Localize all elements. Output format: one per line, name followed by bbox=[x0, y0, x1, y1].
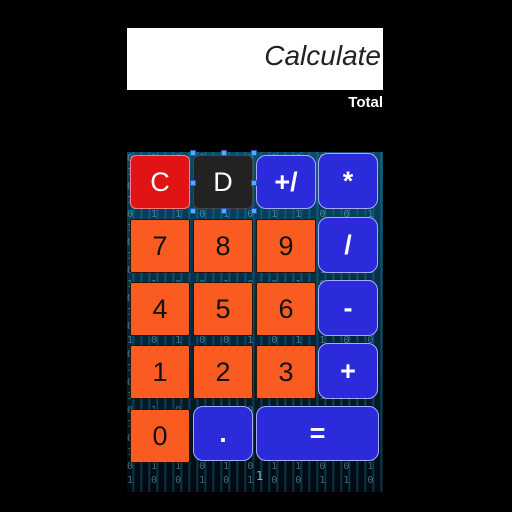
subtract-button[interactable]: - bbox=[318, 280, 378, 336]
add-button[interactable]: + bbox=[318, 343, 378, 399]
digit-1-button[interactable]: 1 bbox=[130, 345, 190, 399]
equals-button[interactable]: = bbox=[256, 406, 379, 461]
decimal-button[interactable]: . bbox=[193, 406, 253, 461]
display-text: Calculate bbox=[264, 40, 381, 71]
selection-handle bbox=[221, 208, 227, 214]
selection-handle bbox=[251, 150, 257, 156]
digit-4-button[interactable]: 4 bbox=[130, 282, 190, 336]
selection-handle bbox=[221, 150, 227, 156]
digit-9-button[interactable]: 9 bbox=[256, 219, 316, 273]
divide-button[interactable]: / bbox=[318, 217, 378, 273]
digit-7-button[interactable]: 7 bbox=[130, 219, 190, 273]
selection-handle bbox=[190, 150, 196, 156]
selection-handle bbox=[190, 180, 196, 186]
total-label: Total bbox=[348, 94, 383, 111]
selection-handle bbox=[251, 208, 257, 214]
digit-2-button[interactable]: 2 bbox=[193, 345, 253, 399]
digit-8-button[interactable]: 8 bbox=[193, 219, 253, 273]
display-panel: Calculate bbox=[127, 28, 383, 90]
background-digit: 1 bbox=[256, 469, 264, 483]
clear-button[interactable]: C bbox=[130, 155, 190, 209]
multiply-button[interactable]: * bbox=[318, 153, 378, 209]
digit-0-button[interactable]: 0 bbox=[130, 409, 190, 463]
selection-handle bbox=[190, 208, 196, 214]
calculator-screen: Calculate Total 0 1 0 1 1 0 1 0 0 1 1 0 … bbox=[127, 0, 383, 512]
digit-6-button[interactable]: 6 bbox=[256, 282, 316, 336]
digit-5-button[interactable]: 5 bbox=[193, 282, 253, 336]
selection-handle bbox=[251, 180, 257, 186]
sign-toggle-button[interactable]: +/ bbox=[256, 155, 316, 209]
digit-3-button[interactable]: 3 bbox=[256, 345, 316, 399]
delete-button[interactable]: D bbox=[193, 155, 253, 209]
